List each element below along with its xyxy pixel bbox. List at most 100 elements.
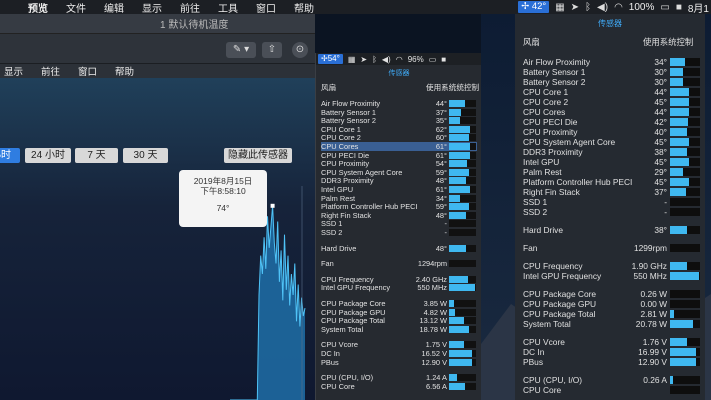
sensor-row[interactable]: SSD 2 - bbox=[523, 207, 703, 217]
sensor-level-bar bbox=[670, 348, 700, 356]
sensor-row[interactable]: Battery Sensor 2 30° bbox=[523, 77, 703, 87]
sensor-level-fill bbox=[449, 308, 456, 316]
sensor-level-bar bbox=[449, 134, 476, 142]
wifi-icon[interactable]: ◠ bbox=[614, 2, 623, 13]
range-30d[interactable]: 30 天 bbox=[123, 148, 168, 163]
panel-flag-icon[interactable]: ■ bbox=[441, 55, 446, 64]
voltage-row[interactable]: CPU Vcore 1.76 V bbox=[523, 337, 703, 347]
volume-icon[interactable]: ◀) bbox=[597, 2, 608, 13]
sensor-level-fill bbox=[670, 272, 699, 280]
current-row[interactable]: CPU Core bbox=[523, 385, 703, 395]
peak-marker[interactable] bbox=[270, 203, 275, 208]
sensor-row[interactable]: CPU Core 2 45° bbox=[523, 97, 703, 107]
voltage-row[interactable]: DC In 16.99 V bbox=[523, 347, 703, 357]
power-row[interactable]: CPU Package Core 0.26 W bbox=[523, 289, 703, 299]
sensor-level-bar bbox=[449, 186, 476, 193]
frequency-row[interactable]: CPU Frequency 1.90 GHz bbox=[523, 261, 703, 271]
sensor-name: CPU Core 2 bbox=[523, 97, 569, 107]
sensor-row[interactable]: Intel GPU 45° bbox=[523, 157, 703, 167]
sensor-level-bar bbox=[670, 98, 700, 106]
sensor-row[interactable]: DDR3 Proximity 38° bbox=[523, 147, 703, 157]
menu-view[interactable]: 显示 bbox=[142, 0, 162, 15]
sensor-level-fill bbox=[449, 300, 455, 307]
panel-location-icon[interactable]: ➤ bbox=[360, 55, 367, 64]
panel-volume-icon[interactable]: ◀) bbox=[382, 55, 391, 64]
sensor-name: Platform Controller Hub PECI bbox=[523, 177, 633, 187]
sensor-row[interactable]: CPU Core 1 44° bbox=[523, 87, 703, 97]
hide-sensor-button[interactable]: 隐藏此传感器 bbox=[224, 148, 292, 163]
sensor-value: 45° bbox=[654, 137, 667, 147]
right-fan-mode[interactable]: 使用系统控制 bbox=[643, 36, 693, 48]
sensor-row[interactable]: Battery Sensor 1 30° bbox=[523, 67, 703, 77]
power-row[interactable]: CPU Package GPU 0.00 W bbox=[523, 299, 703, 309]
panel-battery-percent: 96% bbox=[407, 54, 424, 64]
sensor-value: 0.00 W bbox=[640, 299, 667, 309]
current-row[interactable]: CPU (CPU, I/O) 0.26 A bbox=[523, 375, 703, 385]
hard-drive-row[interactable]: Hard Drive 48° bbox=[321, 244, 477, 253]
temp-status-item[interactable]: ✢ 42° bbox=[518, 1, 550, 13]
sensor-level-fill bbox=[449, 341, 464, 349]
fan-mode[interactable]: 使用系统统控制 bbox=[426, 82, 479, 93]
fan-row[interactable]: Fan 1299rpm bbox=[523, 243, 703, 253]
panel-bluetooth-icon[interactable]: ᛒ bbox=[372, 55, 377, 64]
bluetooth-icon[interactable]: ᛒ bbox=[585, 2, 591, 13]
grid-icon[interactable]: ▦ bbox=[555, 2, 564, 13]
sensor-row[interactable]: SSD 2 - bbox=[321, 228, 477, 237]
menu-window[interactable]: 窗口 bbox=[256, 0, 276, 15]
sensor-row[interactable]: CPU PECI Die 42° bbox=[523, 117, 703, 127]
sensor-row[interactable]: CPU Proximity 40° bbox=[523, 127, 703, 137]
sensor-value: 38° bbox=[654, 225, 667, 235]
sensor-value: 45° bbox=[654, 157, 667, 167]
panel-temp-status[interactable]: ✢54° bbox=[318, 54, 343, 64]
sensor-name: SSD 1 bbox=[523, 197, 548, 207]
panel-battery-icon[interactable]: ▭ bbox=[429, 55, 437, 64]
range-7d[interactable]: 7 天 bbox=[75, 148, 118, 163]
power-row[interactable]: System Total 20.78 W bbox=[523, 319, 703, 329]
current-row[interactable]: CPU Core 6.56 A bbox=[321, 382, 477, 391]
sensor-level-bar bbox=[670, 290, 700, 298]
panel-grid-icon[interactable]: ▦ bbox=[348, 55, 356, 64]
sensor-row[interactable]: Platform Controller Hub PECI 45° bbox=[523, 177, 703, 187]
range-24h[interactable]: 24 小时 bbox=[25, 148, 71, 163]
menu-file[interactable]: 文件 bbox=[66, 0, 86, 15]
sensor-row[interactable]: Palm Rest 29° bbox=[523, 167, 703, 177]
menu-edit[interactable]: 编辑 bbox=[104, 0, 124, 15]
menu-help[interactable]: 帮助 bbox=[294, 0, 314, 15]
power-row[interactable]: CPU Package Total 2.81 W bbox=[523, 309, 703, 319]
sensor-row[interactable]: Right Fin Stack 37° bbox=[523, 187, 703, 197]
fan-row[interactable]: Fan 1294rpm bbox=[321, 259, 477, 268]
voltage-row[interactable]: PBus 12.90 V bbox=[321, 358, 477, 367]
power-row[interactable]: System Total 18.78 W bbox=[321, 325, 477, 334]
battery-percent: 100% bbox=[628, 1, 655, 13]
sensor-level-bar bbox=[449, 350, 476, 357]
clock[interactable]: 8月1 bbox=[688, 0, 709, 15]
sensor-level-bar bbox=[670, 148, 700, 156]
frequency-row[interactable]: Intel GPU Frequency 550 MHz bbox=[321, 283, 477, 292]
sensor-name: SSD 2 bbox=[321, 228, 343, 237]
sensor-level-bar bbox=[670, 88, 700, 96]
sensor-level-bar bbox=[449, 203, 476, 211]
frequency-row[interactable]: Intel GPU Frequency 550 MHz bbox=[523, 271, 703, 281]
sensor-level-fill bbox=[449, 374, 458, 382]
menu-preview[interactable]: 预览 bbox=[28, 0, 48, 15]
sensor-level-bar bbox=[670, 188, 700, 196]
sensor-row[interactable]: CPU System Agent Core 45° bbox=[523, 137, 703, 147]
fan-header: 风扇 bbox=[321, 83, 337, 92]
sensor-row[interactable]: CPU Cores 44° bbox=[523, 107, 703, 117]
sensor-level-fill bbox=[449, 244, 466, 252]
location-icon[interactable]: ➤ bbox=[571, 2, 579, 13]
sensor-level-fill bbox=[670, 78, 684, 86]
battery-icon[interactable]: ▭ bbox=[660, 2, 669, 13]
sensor-level-bar bbox=[449, 177, 476, 185]
voltage-row[interactable]: PBus 12.90 V bbox=[523, 357, 703, 367]
menu-go[interactable]: 前往 bbox=[180, 0, 200, 15]
hard-drive-row[interactable]: Hard Drive 38° bbox=[523, 225, 703, 235]
menu-tools[interactable]: 工具 bbox=[218, 0, 238, 15]
sensor-level-bar bbox=[670, 168, 700, 176]
sensor-row[interactable]: SSD 1 - bbox=[523, 197, 703, 207]
sensor-row[interactable]: Air Flow Proximity 34° bbox=[523, 57, 703, 67]
flag-icon[interactable]: ■ bbox=[676, 2, 682, 13]
sensor-level-bar bbox=[670, 320, 700, 328]
range-hour[interactable]: 小时 bbox=[0, 148, 20, 163]
panel-wifi-icon[interactable]: ◠ bbox=[396, 55, 403, 64]
